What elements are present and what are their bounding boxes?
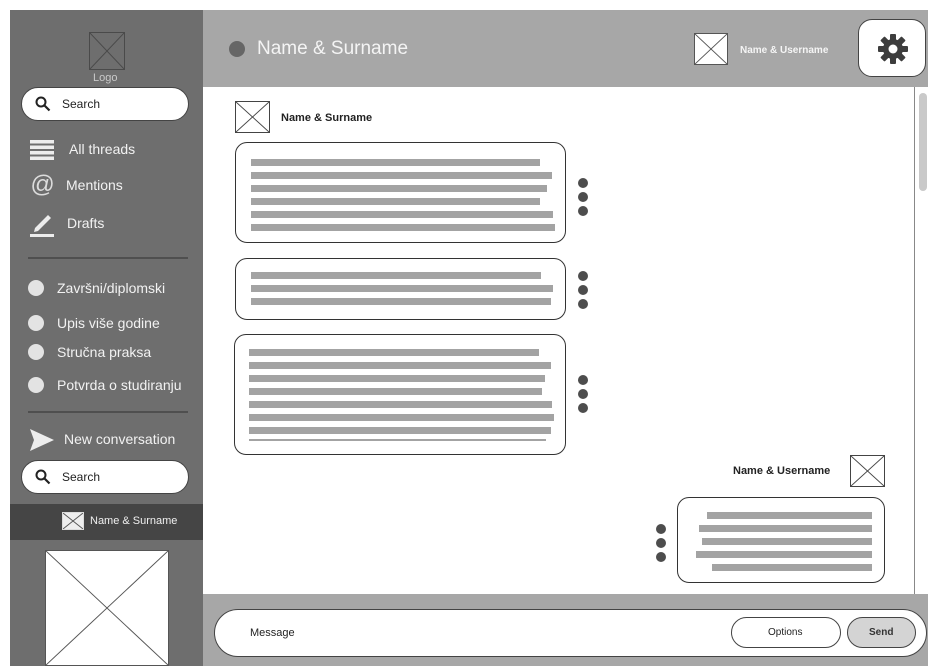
outgoing-sender-name: Name & Username bbox=[733, 465, 831, 477]
channel-dot-icon bbox=[28, 315, 44, 331]
nav-mentions[interactable]: @ Mentions bbox=[30, 171, 180, 201]
channel-item[interactable]: Upis više godine bbox=[28, 313, 198, 335]
send-button[interactable]: Send bbox=[847, 617, 916, 648]
search-icon bbox=[35, 469, 51, 485]
channel-dot-icon bbox=[28, 344, 44, 360]
chat-scrollbar-thumb[interactable] bbox=[919, 93, 927, 191]
user-avatar bbox=[694, 33, 728, 65]
text-line bbox=[251, 185, 547, 192]
channel-label: Stručna praksa bbox=[57, 344, 152, 360]
user-label: Name & Username bbox=[740, 45, 829, 56]
search-placeholder: Search bbox=[62, 97, 101, 111]
incoming-message[interactable] bbox=[235, 142, 566, 243]
text-line bbox=[249, 375, 545, 382]
new-conversation-label: New conversation bbox=[64, 431, 176, 447]
channel-label: Potvrda o studiranju bbox=[57, 377, 182, 393]
pencil-icon bbox=[30, 215, 54, 237]
sidebar-search-bottom[interactable]: Search bbox=[21, 460, 189, 494]
chat-header: Name & Surname Name & Username bbox=[203, 10, 928, 87]
text-line bbox=[249, 388, 542, 395]
contact-preview-image bbox=[45, 550, 169, 666]
logo-image bbox=[89, 32, 125, 70]
text-line bbox=[249, 414, 554, 421]
outgoing-avatar bbox=[850, 455, 885, 487]
search-icon bbox=[35, 96, 51, 112]
text-line bbox=[249, 362, 551, 369]
text-line-thin bbox=[249, 439, 546, 441]
at-icon: @ bbox=[30, 171, 55, 198]
channel-item[interactable]: Završni/diplomski bbox=[28, 278, 198, 300]
nav-label: All threads bbox=[69, 141, 136, 157]
nav-label: Drafts bbox=[67, 215, 105, 231]
text-line bbox=[249, 427, 551, 434]
logo-label: Logo bbox=[93, 72, 118, 84]
incoming-message[interactable] bbox=[234, 334, 566, 455]
text-line bbox=[251, 172, 552, 179]
text-line bbox=[251, 211, 553, 218]
channel-label: Završni/diplomski bbox=[57, 280, 166, 296]
text-line bbox=[251, 285, 553, 292]
send-label: Send bbox=[869, 627, 894, 638]
text-line bbox=[249, 401, 552, 408]
selected-contact-row[interactable]: Name & Surname bbox=[10, 504, 203, 540]
search-placeholder: Search bbox=[62, 470, 101, 484]
nav-label: Mentions bbox=[66, 177, 123, 193]
sidebar: Logo Search All threads @ Mentions Draft… bbox=[10, 10, 203, 666]
channel-dot-icon bbox=[28, 377, 44, 393]
options-button[interactable]: Options bbox=[731, 617, 841, 648]
nav-drafts[interactable]: Drafts bbox=[30, 209, 180, 239]
incoming-message[interactable] bbox=[235, 258, 566, 320]
list-icon bbox=[30, 140, 54, 160]
text-line bbox=[251, 198, 540, 205]
text-line bbox=[696, 551, 872, 558]
text-line bbox=[251, 298, 551, 305]
channel-dot-icon bbox=[28, 280, 44, 296]
message-options-icon[interactable] bbox=[656, 524, 666, 564]
message-options-icon[interactable] bbox=[578, 271, 588, 311]
channel-item[interactable]: Potvrda o studiranju bbox=[28, 375, 203, 397]
incoming-sender-name: Name & Surname bbox=[281, 112, 373, 124]
contact-avatar bbox=[62, 512, 84, 530]
options-label: Options bbox=[768, 627, 803, 638]
incoming-avatar bbox=[235, 101, 270, 133]
header-title: Name & Surname bbox=[257, 38, 409, 59]
sidebar-divider bbox=[28, 411, 188, 413]
text-line bbox=[707, 512, 872, 519]
message-placeholder: Message bbox=[250, 627, 295, 639]
sidebar-search-top[interactable]: Search bbox=[21, 87, 189, 121]
channel-item[interactable]: Stručna praksa bbox=[28, 342, 198, 364]
new-conversation-button[interactable]: New conversation bbox=[30, 425, 200, 455]
status-dot-icon bbox=[229, 41, 245, 57]
chat-scrollbar-track[interactable] bbox=[914, 87, 928, 594]
channel-label: Upis više godine bbox=[57, 315, 160, 331]
nav-all-threads[interactable]: All threads bbox=[30, 135, 180, 165]
gear-icon bbox=[878, 34, 908, 64]
text-line bbox=[699, 525, 872, 532]
contact-name: Name & Surname bbox=[90, 515, 178, 527]
text-line bbox=[251, 159, 540, 166]
text-line bbox=[251, 224, 555, 231]
text-line bbox=[702, 538, 872, 545]
text-line bbox=[712, 564, 872, 571]
send-arrow-icon bbox=[30, 429, 54, 451]
outgoing-message[interactable] bbox=[677, 497, 885, 583]
sidebar-divider bbox=[28, 257, 188, 259]
message-options-icon[interactable] bbox=[578, 178, 588, 218]
text-line bbox=[251, 272, 541, 279]
text-line bbox=[249, 349, 539, 356]
settings-button[interactable] bbox=[858, 19, 926, 77]
message-options-icon[interactable] bbox=[578, 375, 588, 415]
